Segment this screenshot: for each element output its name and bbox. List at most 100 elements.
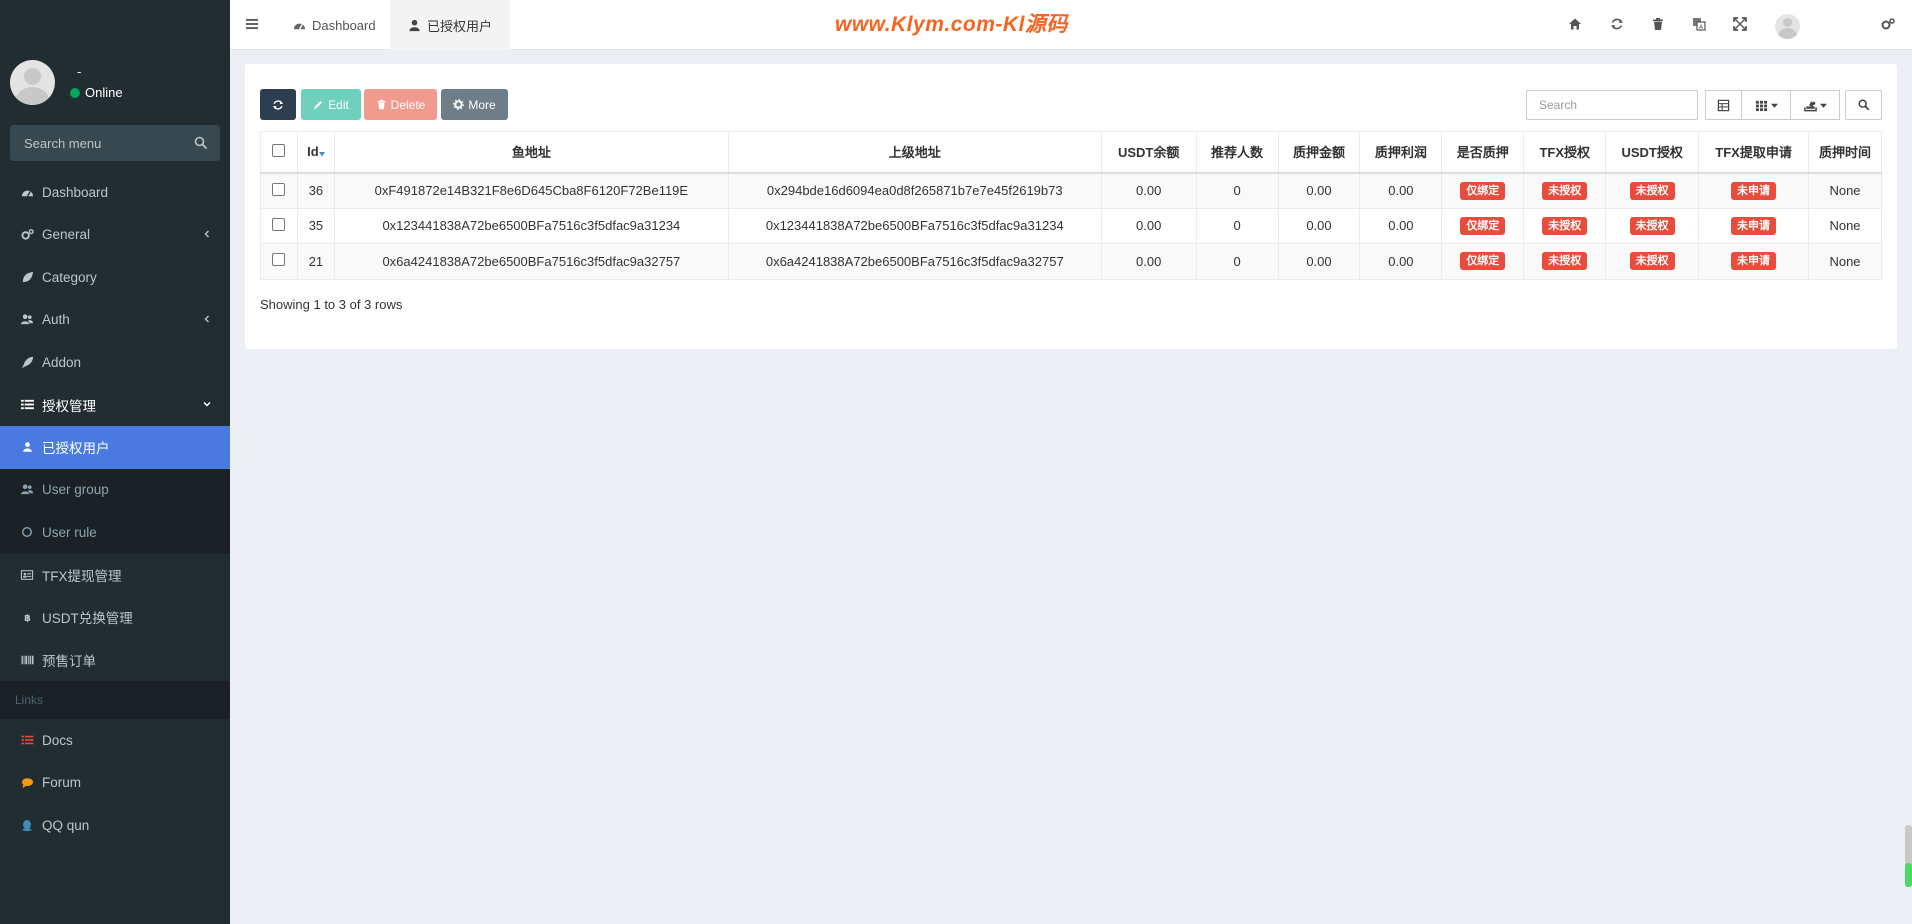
caret-down-icon	[1819, 103, 1827, 108]
sidebar-item-label: QQ qun	[42, 817, 90, 833]
home-icon[interactable]	[1568, 17, 1582, 31]
cell-usdt-balance: 0.00	[1100, 172, 1197, 209]
cell-stake-amount: 0.00	[1277, 172, 1361, 209]
sidebar-item-presale-orders[interactable]: 预售订单	[0, 639, 230, 682]
search-icon[interactable]	[194, 136, 208, 150]
sidebar-item-label: Dashboard	[42, 184, 109, 200]
tab-dashboard[interactable]: Dashboard	[275, 0, 394, 50]
chevron-left-icon	[204, 315, 209, 322]
column-header-usdt-auth[interactable]: USDT授权	[1605, 131, 1700, 174]
sidebar-item-label: Category	[42, 269, 97, 285]
column-header-parent-address[interactable]: 上级地址	[727, 131, 1102, 174]
export-button[interactable]	[1790, 90, 1840, 120]
select-all-cell	[260, 131, 298, 174]
trash-icon[interactable]	[1651, 17, 1665, 31]
search-menu	[10, 125, 220, 161]
table-view-icon	[1717, 99, 1730, 111]
sidebar-item-addon[interactable]: Addon	[0, 341, 230, 384]
more-button[interactable]: More	[441, 89, 508, 120]
column-header-stake-profit[interactable]: 质押利润	[1359, 131, 1443, 174]
sidebar-item-label: 授权管理	[42, 398, 96, 414]
row-checkbox[interactable]	[272, 182, 286, 196]
advanced-search-button[interactable]	[1845, 90, 1882, 120]
column-header-stake-amount[interactable]: 质押金额	[1277, 131, 1361, 174]
refresh-icon[interactable]	[1610, 17, 1624, 31]
sidebar-link-qq[interactable]: QQ qun	[0, 804, 230, 847]
qq-icon	[22, 819, 32, 831]
delete-button[interactable]: Delete	[364, 89, 437, 120]
column-header-stake-time[interactable]: 质押时间	[1807, 131, 1883, 174]
sidebar-item-dashboard[interactable]: Dashboard	[0, 171, 230, 214]
sidebar-item-auth[interactable]: Auth	[0, 299, 230, 342]
sidebar-item-authorized-users[interactable]: 已授权用户	[0, 426, 230, 469]
select-all-checkbox[interactable]	[272, 143, 286, 157]
sidebar-item-category[interactable]: Category	[0, 256, 230, 299]
cell-stake-profit: 0.00	[1359, 207, 1443, 244]
id-card-icon	[20, 569, 34, 580]
hamburger-menu-icon[interactable]	[245, 17, 259, 31]
delete-button-label: Delete	[390, 97, 426, 112]
cell-referrals: 0	[1195, 172, 1279, 209]
cell-id: 35	[296, 207, 335, 244]
table-row[interactable]: 35 0x123441838A72be6500BFa7516c3f5dfac9a…	[260, 207, 1883, 244]
tab-label: 已授权用户	[427, 18, 493, 34]
users-icon	[20, 314, 34, 325]
column-header-usdt-balance[interactable]: USDT余额	[1100, 131, 1197, 174]
sidebar-link-docs[interactable]: Docs	[0, 719, 230, 762]
column-header-is-staked[interactable]: 是否质押	[1441, 131, 1525, 174]
table-row[interactable]: 36 0xF491872e14B321F8e6D645Cba8F6120F72B…	[260, 172, 1883, 209]
status-badge: 未授权	[1542, 252, 1588, 271]
toggle-view-button[interactable]	[1705, 90, 1742, 120]
search-menu-input[interactable]	[10, 125, 220, 161]
cell-parent-address: 0x294bde16d6094ea0d8f265871b7e7e45f2619b…	[727, 172, 1102, 209]
column-header-tfx-auth[interactable]: TFX授权	[1523, 131, 1607, 174]
columns-button[interactable]	[1741, 90, 1791, 120]
sidebar-link-forum[interactable]: Forum	[0, 762, 230, 805]
user-name: -	[77, 64, 82, 79]
sidebar-item-label: Addon	[42, 354, 82, 370]
list-icon	[21, 735, 33, 745]
fullscreen-icon[interactable]	[1733, 17, 1747, 31]
sidebar-item-usdt-exchange[interactable]: ฿ USDT兑换管理	[0, 596, 230, 639]
status-badge: 未授权	[1629, 216, 1675, 235]
edit-button[interactable]: Edit	[301, 89, 361, 120]
cell-stake-amount: 0.00	[1277, 243, 1361, 280]
cogs-icon[interactable]	[1881, 17, 1895, 31]
user-icon	[409, 19, 420, 31]
sidebar-item-auth-management[interactable]: 授权管理	[0, 384, 230, 427]
svg-text:฿: ฿	[24, 613, 31, 624]
tab-authorized-users[interactable]: 已授权用户	[390, 0, 511, 50]
scrollbar-thumb[interactable]	[1905, 863, 1912, 887]
sidebar-item-user-rule[interactable]: User rule	[0, 511, 230, 554]
leaf-icon	[22, 271, 33, 282]
bitcoin-icon: ฿	[24, 613, 31, 624]
cell-usdt-balance: 0.00	[1100, 207, 1197, 244]
cell-stake-time: None	[1807, 207, 1883, 244]
row-checkbox[interactable]	[272, 253, 286, 267]
table-search-input[interactable]	[1527, 91, 1697, 119]
column-header-tfx-apply[interactable]: TFX提取申请	[1698, 131, 1809, 174]
sidebar-item-tfx-withdraw[interactable]: TFX提现管理	[0, 554, 230, 597]
cell-fish-address: 0x123441838A72be6500BFa7516c3f5dfac9a312…	[333, 207, 729, 244]
cell-id: 36	[296, 172, 335, 209]
column-header-id[interactable]: Id	[296, 131, 335, 174]
authorized-users-table: Id 鱼地址 上级地址 USDT余额 推荐人数 质押金额 质押利润 是否质押 T…	[260, 131, 1883, 280]
chevron-left-icon	[204, 230, 209, 237]
translate-icon[interactable]: A	[1692, 17, 1706, 31]
column-header-fish-address[interactable]: 鱼地址	[333, 131, 729, 174]
sidebar-item-label: User rule	[42, 524, 97, 540]
watermark-text: www.Klym.com-Kl源码	[835, 13, 1068, 36]
user-avatar[interactable]	[1775, 14, 1800, 39]
status-badge: 未申请	[1731, 252, 1777, 271]
sidebar-item-general[interactable]: General	[0, 214, 230, 257]
online-dot-icon	[70, 87, 80, 98]
table-row[interactable]: 21 0x6a4241838A72be6500BFa7516c3f5dfac9a…	[260, 243, 1883, 280]
sidebar-item-user-group[interactable]: User group	[0, 468, 230, 511]
status-badge: 未授权	[1629, 252, 1675, 271]
row-checkbox[interactable]	[272, 217, 286, 231]
chevron-down-icon	[203, 401, 211, 407]
refresh-button[interactable]	[260, 89, 296, 120]
sidebar-item-label: USDT兑换管理	[42, 611, 133, 627]
column-header-referrals[interactable]: 推荐人数	[1195, 131, 1279, 174]
status-badge: 仅绑定	[1460, 181, 1506, 200]
